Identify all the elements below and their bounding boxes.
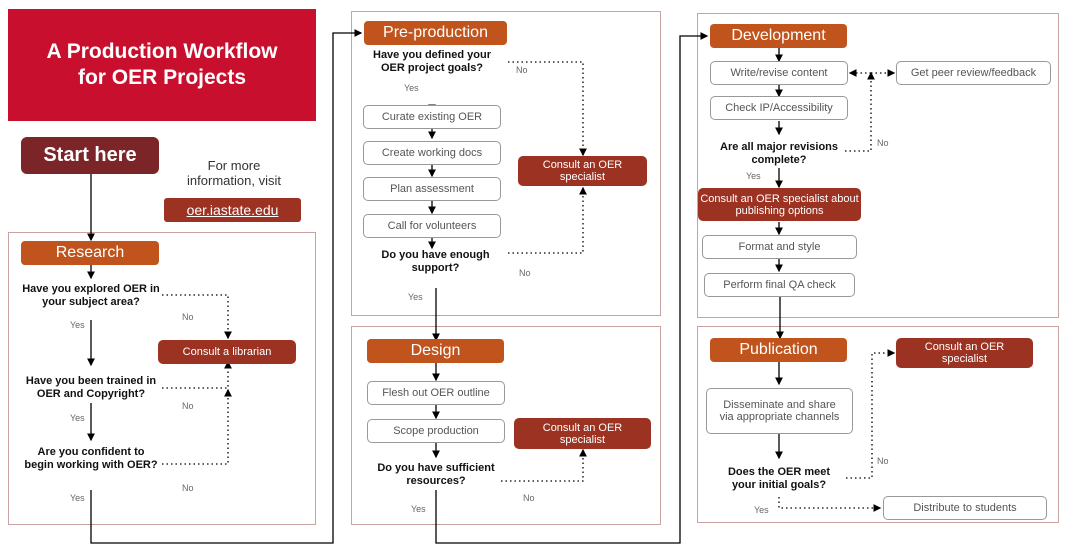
question: Have you defined your OER project goals? xyxy=(373,49,491,74)
info-text: For more information, visit xyxy=(187,158,281,188)
consult-specialist-design[interactable]: Consult an OER specialist xyxy=(514,418,651,449)
question: Are you confident to begin working with … xyxy=(24,446,158,471)
consult-specialist-pub[interactable]: Consult an OER specialist xyxy=(896,338,1033,368)
no-arrow-design xyxy=(501,448,587,482)
question: Have you been trained in OER and Copyrig… xyxy=(25,375,157,400)
step-format-style[interactable]: Format and style xyxy=(702,235,857,259)
step-disseminate[interactable]: Disseminate and share via appropriate ch… xyxy=(706,388,853,434)
question: Do you have sufficient resources? xyxy=(377,462,495,487)
consult-specialist-pre[interactable]: Consult an OER specialist xyxy=(518,156,647,186)
no-arrow-dev xyxy=(845,71,875,152)
step-flesh-outline[interactable]: Flesh out OER outline xyxy=(367,381,505,405)
no-arrow-pre-q2 xyxy=(508,186,587,254)
yes-label: Yes xyxy=(404,83,419,93)
no-label: No xyxy=(877,138,889,148)
yes-label: Yes xyxy=(70,493,85,503)
step-curate[interactable]: Curate existing OER xyxy=(363,105,501,129)
question: Does the OER meet your initial goals? xyxy=(727,466,831,491)
step-create-docs[interactable]: Create working docs xyxy=(363,141,501,165)
step-distribute[interactable]: Distribute to students xyxy=(883,496,1047,520)
yes-label: Yes xyxy=(411,504,426,514)
step-peer-review[interactable]: Get peer review/feedback xyxy=(896,61,1051,85)
step-write-revise[interactable]: Write/revise content xyxy=(710,61,848,85)
consult-librarian[interactable]: Consult a librarian xyxy=(158,340,296,364)
no-label: No xyxy=(523,493,535,503)
question: Are all major revisions complete? xyxy=(720,141,838,166)
start-here-button[interactable]: Start here xyxy=(21,137,159,174)
phase-design: Design xyxy=(367,339,504,363)
phase-publication: Publication xyxy=(710,338,847,362)
step-scope-production[interactable]: Scope production xyxy=(367,419,505,443)
phase-preproduction: Pre-production xyxy=(364,21,507,45)
no-label: No xyxy=(877,456,889,466)
step-plan-assessment[interactable]: Plan assessment xyxy=(363,177,501,201)
step-final-qa[interactable]: Perform final QA check xyxy=(704,273,855,297)
consult-specialist-publishing[interactable]: Consult an OER specialist about publishi… xyxy=(698,188,861,221)
yes-label: Yes xyxy=(70,413,85,423)
yes-label: Yes xyxy=(70,320,85,330)
yes-arrow-distribute xyxy=(778,497,882,512)
question: Do you have enough support? xyxy=(381,249,490,274)
page-title: A Production Workflow for OER Projects xyxy=(8,9,316,121)
no-label: No xyxy=(516,65,528,75)
phase-research: Research xyxy=(21,241,159,265)
step-call-volunteers[interactable]: Call for volunteers xyxy=(363,214,501,238)
no-arrow-pre-q1 xyxy=(508,61,587,157)
phase-development: Development xyxy=(710,24,847,48)
oer-link[interactable]: oer.iastate.edu xyxy=(164,198,301,222)
no-arrow-q1-librarian xyxy=(162,294,232,340)
no-label: No xyxy=(519,268,531,278)
no-label: No xyxy=(182,312,194,322)
yes-label: Yes xyxy=(408,292,423,302)
yes-label: Yes xyxy=(754,505,769,515)
no-label: No xyxy=(182,401,194,411)
question: Have you explored OER in your subject ar… xyxy=(22,283,160,308)
yes-label: Yes xyxy=(746,171,761,181)
step-check-ip[interactable]: Check IP/Accessibility xyxy=(710,96,848,120)
no-label: No xyxy=(182,483,194,493)
no-arrow-q2-librarian xyxy=(162,360,232,389)
